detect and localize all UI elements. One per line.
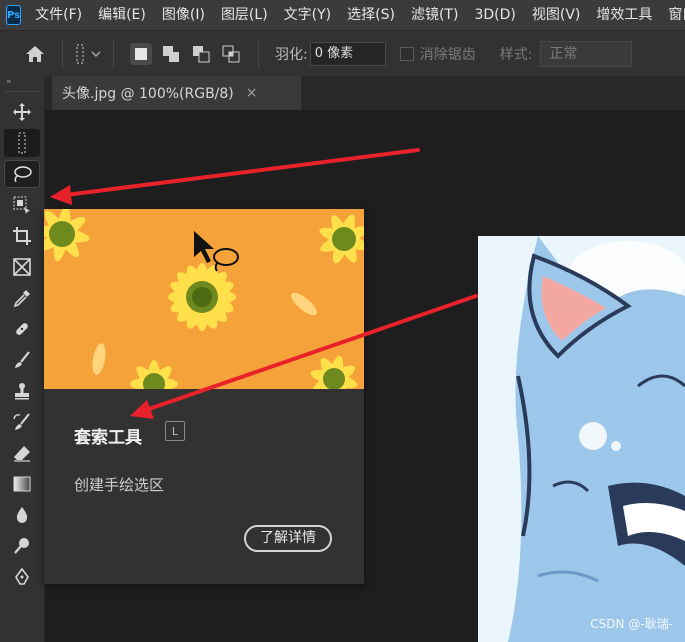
daisy-flowers-illustration	[44, 209, 364, 389]
home-button[interactable]	[20, 39, 50, 69]
eraser-icon	[14, 446, 30, 462]
pen-icon	[15, 567, 29, 585]
toolbar-grip[interactable]	[5, 91, 39, 94]
add-to-selection-button[interactable]	[160, 43, 182, 65]
document-tab-bar: 头像.jpg @ 100%(RGB/8) ×	[45, 76, 685, 110]
frame-icon	[13, 258, 31, 276]
healing-brush-tool[interactable]	[4, 315, 40, 343]
menu-image[interactable]: 图像(I)	[154, 0, 213, 30]
learn-more-button[interactable]: 了解详情	[244, 525, 332, 552]
separator	[113, 39, 114, 69]
antialias-label: 消除锯齿	[419, 47, 476, 63]
lasso-tool-tooltip: 套索工具 L 创建手绘选区 了解详情	[44, 209, 364, 584]
menu-3d[interactable]: 3D(D)	[466, 0, 523, 30]
feather-input[interactable]: 0 像素	[309, 42, 386, 66]
menu-plugins[interactable]: 增效工具	[588, 0, 660, 30]
menu-layer[interactable]: 图层(L)	[213, 0, 276, 30]
menu-select[interactable]: 选择(S)	[339, 0, 403, 30]
intersect-selection-icon	[222, 45, 240, 63]
history-brush-icon	[13, 413, 30, 430]
tools-panel: »	[0, 76, 45, 642]
photoshop-logo: Ps	[6, 5, 22, 25]
pen-tool[interactable]	[4, 563, 40, 591]
tooltip-title: 套索工具	[74, 428, 142, 448]
document-tab[interactable]: 头像.jpg @ 100%(RGB/8) ×	[52, 76, 302, 110]
menu-bar: Ps 文件(F) 编辑(E) 图像(I) 图层(L) 文字(Y) 选择(S) 滤…	[0, 0, 685, 30]
tooltip-description: 创建手绘选区	[74, 476, 165, 494]
intersect-selection-button[interactable]	[220, 43, 242, 65]
document-image[interactable]: CSDN @-耿瑞-	[478, 236, 685, 642]
blur-tool[interactable]	[4, 501, 40, 529]
dodge-icon	[14, 538, 29, 554]
menu-window[interactable]: 窗口	[660, 0, 685, 30]
separator	[62, 39, 63, 69]
menu-edit[interactable]: 编辑(E)	[90, 0, 154, 30]
menu-filter[interactable]: 滤镜(T)	[403, 0, 466, 30]
chevron-down-icon	[91, 51, 101, 57]
close-tab-icon[interactable]: ×	[246, 85, 258, 101]
object-selection-icon	[13, 196, 30, 214]
rectangular-marquee-tool[interactable]	[4, 129, 40, 157]
move-icon	[13, 103, 31, 121]
object-selection-tool[interactable]	[4, 191, 40, 219]
eyedropper-tool[interactable]	[4, 284, 40, 312]
menu-type[interactable]: 文字(Y)	[276, 0, 339, 30]
bandage-icon	[16, 323, 28, 335]
eyedropper-icon	[13, 290, 30, 308]
new-selection-icon	[135, 48, 147, 60]
crop-tool[interactable]	[4, 222, 40, 250]
antialias-checkbox[interactable]	[399, 47, 414, 61]
marquee-preset-icon	[76, 44, 84, 64]
gradient-icon	[13, 476, 31, 492]
menu-view[interactable]: 视图(V)	[524, 0, 589, 30]
history-brush-tool[interactable]	[4, 408, 40, 436]
frame-tool[interactable]	[4, 253, 40, 281]
separator	[258, 39, 259, 69]
collapse-toolbar-button[interactable]: »	[0, 76, 44, 88]
subtract-from-selection-button[interactable]	[190, 43, 212, 65]
eraser-tool[interactable]	[4, 439, 40, 467]
csdn-watermark: CSDN @-耿瑞-	[590, 617, 673, 631]
drop-icon	[16, 507, 28, 523]
feather-label: 羽化:	[275, 47, 308, 63]
crop-icon	[13, 227, 31, 245]
move-tool[interactable]	[4, 98, 40, 126]
document-tab-label: 头像.jpg @ 100%(RGB/8)	[62, 86, 234, 102]
brush-icon	[15, 351, 30, 368]
marquee-icon	[18, 132, 26, 154]
home-icon	[26, 46, 44, 62]
anime-cat-artwork	[478, 236, 685, 642]
lasso-tool[interactable]	[4, 160, 40, 188]
gradient-tool[interactable]	[4, 470, 40, 498]
shortcut-key-badge: L	[165, 421, 185, 441]
subtract-selection-icon	[193, 46, 210, 63]
add-selection-icon	[163, 46, 179, 62]
stamp-icon	[15, 383, 29, 400]
new-selection-button[interactable]	[130, 43, 152, 65]
style-label: 样式:	[499, 47, 533, 63]
options-bar: 羽化: 0 像素 消除锯齿 样式: 正常	[0, 30, 685, 78]
menu-file[interactable]: 文件(F)	[27, 0, 90, 30]
tooltip-preview-image	[44, 209, 364, 389]
tool-preset-picker[interactable]	[75, 43, 101, 65]
brush-tool[interactable]	[4, 346, 40, 374]
clone-stamp-tool[interactable]	[4, 377, 40, 405]
lasso-icon	[14, 166, 32, 183]
style-select[interactable]: 正常	[540, 41, 633, 67]
dodge-tool[interactable]	[4, 532, 40, 560]
